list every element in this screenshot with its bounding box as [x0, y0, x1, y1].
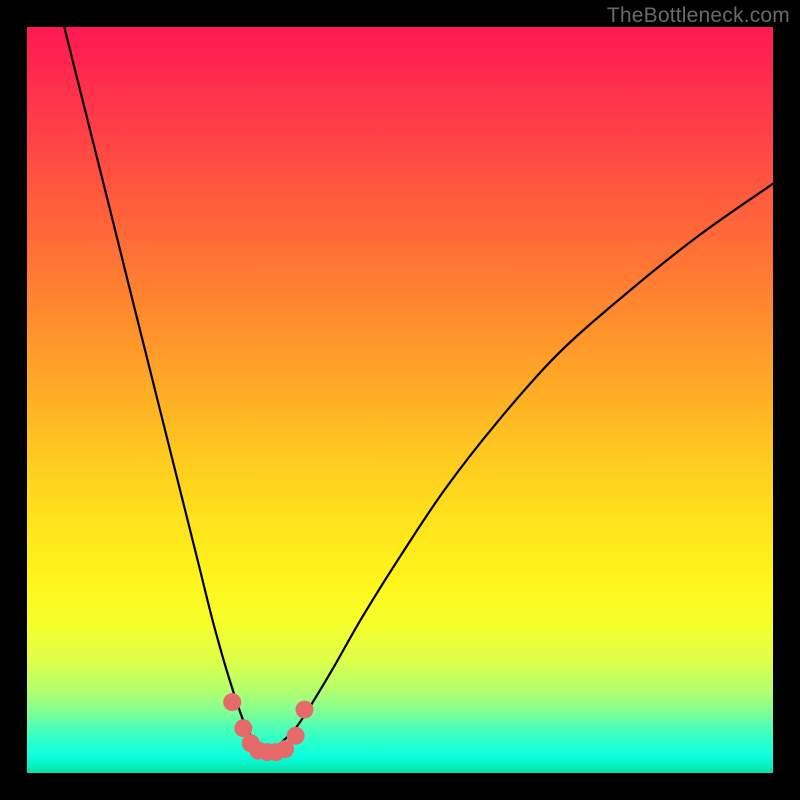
highlight-dots-group — [223, 693, 313, 761]
bottleneck-curve-path — [64, 27, 773, 751]
highlight-dot — [287, 727, 305, 745]
curve-svg — [27, 27, 773, 773]
highlight-dot — [296, 701, 314, 719]
chart-frame: TheBottleneck.com — [0, 0, 800, 800]
highlight-dot — [223, 693, 241, 711]
watermark-text: TheBottleneck.com — [607, 4, 790, 28]
plot-area — [27, 27, 773, 773]
